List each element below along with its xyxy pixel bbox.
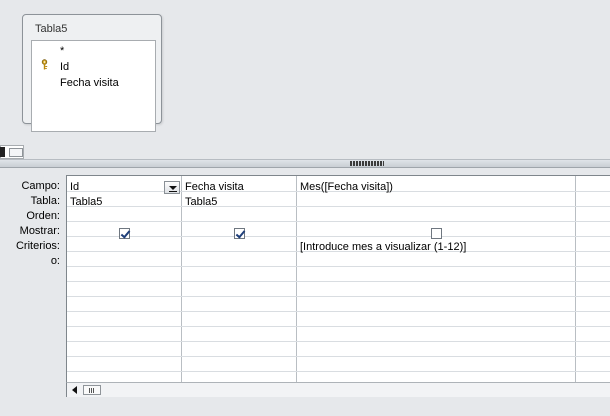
row-label-criterios: Criterios: — [15, 240, 60, 252]
splitter-grip-icon[interactable] — [350, 161, 384, 166]
field-list[interactable]: * Id Fecha visita — [31, 40, 156, 132]
field-all[interactable]: * — [60, 45, 64, 57]
campo-cell-id[interactable]: Id — [70, 180, 79, 195]
table-field-list-window[interactable]: Tabla5 * Id Fecha visita — [22, 14, 162, 132]
row-label-campo: Campo: — [21, 180, 60, 192]
query-design-grid-area: Campo: Tabla: Orden: Mostrar: Criterios:… — [0, 168, 610, 416]
row-label-mostrar: Mostrar: — [19, 225, 60, 237]
criterios-cell-mes[interactable]: [Introduce mes a visualizar (1-12)] — [300, 240, 466, 255]
scroll-left-icon[interactable] — [0, 147, 5, 157]
primary-key-icon — [41, 59, 48, 70]
field-fecha-visita[interactable]: Fecha visita — [60, 77, 119, 89]
tabla-cell-fecha-visita[interactable]: Tabla5 — [185, 195, 217, 210]
row-label-tabla: Tabla: — [30, 195, 60, 207]
row-label-orden: Orden: — [26, 210, 60, 222]
scroll-thumb[interactable] — [83, 385, 101, 395]
row-label-o: o: — [50, 255, 60, 267]
mostrar-checkbox-mes[interactable] — [431, 228, 442, 239]
scroll-left-icon[interactable] — [72, 386, 77, 394]
mostrar-checkbox-id[interactable] — [119, 228, 130, 239]
grid-hscrollbar[interactable] — [66, 382, 610, 397]
scroll-thumb[interactable] — [9, 148, 23, 157]
campo-cell-mes-fecha-visita[interactable]: Mes([Fecha visita]) — [300, 180, 393, 195]
table-pane-hscrollbar[interactable] — [0, 145, 24, 159]
pane-splitter[interactable] — [0, 159, 610, 168]
table-title: Tabla5 — [35, 23, 68, 35]
design-grid[interactable]: Id Fecha visita Mes([Fecha visita]) Tabl… — [66, 175, 610, 382]
field-id[interactable]: Id — [60, 61, 69, 73]
mostrar-checkbox-fecha-visita[interactable] — [234, 228, 245, 239]
campo-cell-fecha-visita[interactable]: Fecha visita — [185, 180, 244, 195]
tabla-cell-id[interactable]: Tabla5 — [70, 195, 102, 210]
field-dropdown-button[interactable] — [164, 181, 180, 194]
table-pane: Tabla5 * Id Fecha visita — [0, 0, 610, 145]
